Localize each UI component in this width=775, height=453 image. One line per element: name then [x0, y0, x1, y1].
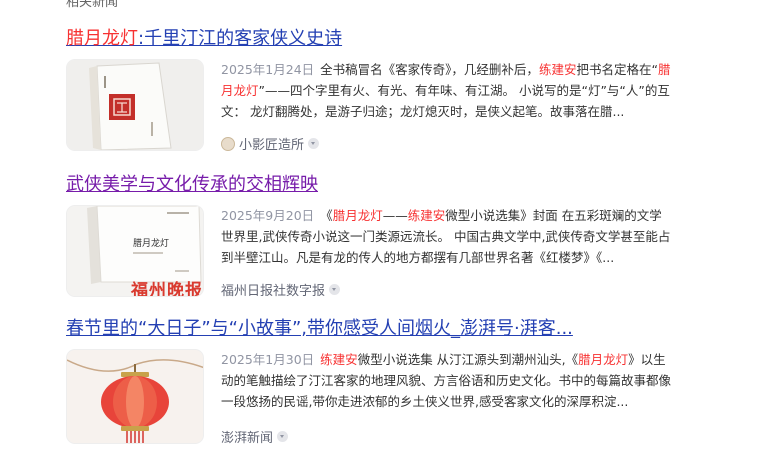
- abstract-seg: 全书稿冒名《客家传奇》，几经删补后，: [320, 62, 539, 77]
- result-date: 2025年1月30日: [221, 352, 315, 367]
- result-date: 2025年1月24日: [221, 62, 315, 77]
- abstract-seg: 微型小说选集 从汀江源头到潮州汕头,《: [357, 352, 579, 367]
- result-title-link[interactable]: 春节里的“大日子”与“小故事”,带你感受人间烟火_澎湃号·湃客...: [66, 318, 676, 340]
- result-abstract: 2025年1月30日 练建安微型小说选集 从汀江源头到潮州汕头,《腊月龙灯》以生动…: [221, 349, 671, 412]
- search-result: 腊月龙灯:千里汀江的客家侠义史诗 2025年1月24日 全书稿冒名《客家传奇》，几…: [66, 28, 676, 154]
- result-abstract: 2025年9月20日 《腊月龙灯——练建安微型小说选集》封面 在五彩斑斓的文学世界…: [221, 205, 671, 268]
- abstract-highlight: 练建安: [320, 352, 358, 367]
- abstract-seg: 《: [320, 208, 333, 223]
- abstract-highlight: 练建安: [538, 62, 577, 77]
- abstract-highlight: 练建安: [407, 208, 446, 223]
- abstract-seg: 把书名定格在“: [576, 62, 658, 77]
- source-logo-icon: [221, 136, 235, 151]
- source-dropdown-icon[interactable]: [277, 431, 289, 442]
- result-title-link[interactable]: 腊月龙灯:千里汀江的客家侠义史诗: [66, 28, 676, 50]
- result-date: 2025年9月20日: [221, 208, 315, 223]
- search-result: 武侠美学与文化传承的交相辉映 腊月龙灯 福州晚报 2025年9月20日 《腊月龙灯…: [66, 174, 676, 300]
- result-source[interactable]: 澎湃新闻: [221, 427, 289, 446]
- source-name: 福州日报社数字报: [221, 284, 326, 299]
- result-thumbnail[interactable]: [66, 349, 204, 444]
- title-highlight: 腊月龙灯: [66, 28, 138, 49]
- newspaper-logo: 福州晚报: [131, 281, 203, 297]
- source-name: 澎湃新闻: [221, 431, 274, 446]
- result-source[interactable]: 小影匠造所: [221, 134, 320, 153]
- cover-book-title: 腊月龙灯: [133, 237, 169, 249]
- title-text: :千里汀江的客家侠义史诗: [138, 28, 343, 49]
- result-thumbnail[interactable]: [66, 59, 204, 151]
- result-abstract: 2025年1月24日 全书稿冒名《客家传奇》，几经删补后，练建安把书名定格在“腊月…: [221, 59, 671, 122]
- result-source[interactable]: 福州日报社数字报: [221, 280, 341, 299]
- source-dropdown-icon[interactable]: [329, 284, 341, 295]
- previous-section-label: 相关新闻: [66, 0, 119, 10]
- source-dropdown-icon[interactable]: [308, 138, 320, 149]
- abstract-seg: ”——四个字里有火、有光、有年味、有江湖。 小说写的是“灯”与“人”的互文： 龙…: [221, 83, 670, 119]
- red-lantern-icon: [67, 350, 203, 443]
- search-result: 春节里的“大日子”与“小故事”,带你感受人间烟火_澎湃号·湃客... 2025年…: [66, 318, 676, 446]
- abstract-highlight: 腊月龙灯: [578, 352, 629, 367]
- abstract-seg: ——: [382, 208, 408, 223]
- source-name: 小影匠造所: [239, 138, 305, 153]
- abstract-highlight: 腊月龙灯: [332, 208, 383, 223]
- book-cover-icon: [67, 60, 203, 150]
- result-title-link[interactable]: 武侠美学与文化传承的交相辉映: [66, 174, 676, 196]
- result-thumbnail[interactable]: 腊月龙灯 福州晚报: [66, 205, 204, 297]
